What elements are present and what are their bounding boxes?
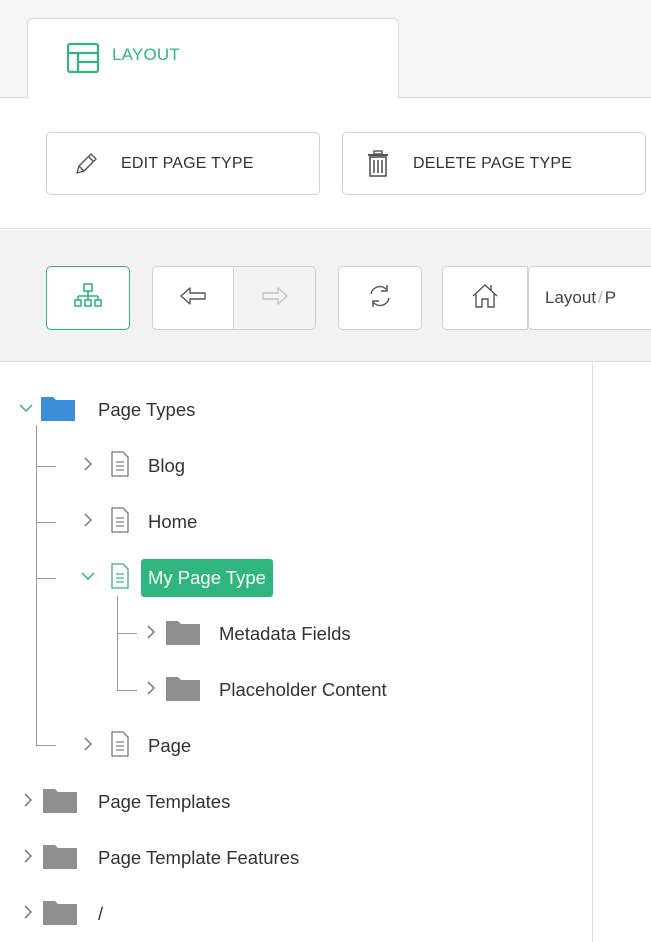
forward-button[interactable] [234, 267, 315, 329]
document-icon [110, 730, 130, 762]
sitemap-button[interactable] [46, 266, 130, 330]
tab-strip: LAYOUT [0, 0, 651, 99]
breadcrumb-item-current[interactable]: P [605, 288, 616, 308]
tree-node-label: Home [148, 511, 198, 532]
content-pane [594, 363, 651, 942]
tree-connector [36, 466, 56, 467]
tree-node-label: Page Templates [98, 791, 231, 812]
tab-layout[interactable]: LAYOUT [27, 18, 399, 99]
tree-toolbar: Layout / P [0, 230, 651, 362]
tree-node-home[interactable]: Home [78, 500, 197, 544]
home-icon [470, 281, 500, 316]
page-type-tree: Page Types Blog Home My Page Type Metada… [0, 363, 593, 942]
tree-node-blog[interactable]: Blog [78, 444, 185, 488]
edit-page-type-label: EDIT PAGE TYPE [121, 154, 254, 172]
arrow-left-icon [178, 284, 208, 313]
tree-node-metadata-fields[interactable]: Metadata Fields [141, 612, 351, 656]
chevron-right-icon[interactable] [18, 790, 38, 815]
layout-icon [64, 39, 102, 82]
history-nav-group [152, 266, 316, 330]
trash-icon [365, 149, 391, 179]
back-button[interactable] [153, 267, 234, 329]
refresh-icon [365, 281, 395, 316]
tree-node-page[interactable]: Page [78, 724, 191, 768]
document-icon [110, 450, 130, 482]
delete-page-type-label: DELETE PAGE TYPE [413, 154, 573, 172]
tree-connector [117, 633, 137, 634]
breadcrumb-separator: / [598, 288, 603, 307]
tree-connector [117, 690, 137, 691]
tree-node-placeholder-content[interactable]: Placeholder Content [141, 668, 387, 712]
folder-icon [42, 898, 78, 931]
tree-node-my-page-type[interactable]: My Page Type [78, 556, 273, 600]
chevron-right-icon[interactable] [141, 622, 161, 647]
tree-node-page-template-features[interactable]: Page Template Features [18, 836, 299, 880]
tree-node-page-types[interactable]: Page Types [16, 388, 195, 432]
breadcrumb: Layout / P [528, 266, 651, 330]
chevron-right-icon[interactable] [18, 846, 38, 871]
tree-node-label: / [98, 903, 104, 924]
chevron-down-icon[interactable] [16, 398, 36, 423]
folder-icon [42, 842, 78, 875]
tree-node-label: Page Types [98, 399, 196, 420]
chevron-down-icon[interactable] [78, 566, 98, 591]
chevron-right-icon[interactable] [141, 678, 161, 703]
folder-icon [165, 618, 201, 651]
tree-node-label: Page [148, 735, 192, 756]
folder-icon [165, 674, 201, 707]
tree-connector [117, 596, 118, 690]
tree-node-label: Metadata Fields [219, 623, 351, 644]
tree-connector [36, 578, 56, 579]
breadcrumb-item-layout[interactable]: Layout [545, 288, 596, 308]
chevron-right-icon[interactable] [78, 734, 98, 759]
tree-node-label: Page Template Features [98, 847, 300, 868]
tree-connector [36, 745, 56, 746]
tree-node-root-slash[interactable]: / [18, 892, 103, 936]
tree-connector [36, 522, 56, 523]
pencil-icon [73, 151, 99, 177]
chevron-right-icon[interactable] [78, 510, 98, 535]
tab-layout-label: LAYOUT [112, 45, 180, 64]
chevron-right-icon[interactable] [78, 454, 98, 479]
tree-node-label-selected: My Page Type [141, 559, 273, 597]
delete-page-type-button[interactable]: DELETE PAGE TYPE [342, 132, 646, 195]
tree-node-label: Blog [148, 455, 186, 476]
tree-connector [36, 425, 37, 745]
document-icon [110, 506, 130, 538]
home-button[interactable] [442, 266, 528, 330]
refresh-button[interactable] [338, 266, 422, 330]
arrow-right-icon [260, 284, 290, 313]
chevron-right-icon[interactable] [18, 902, 38, 927]
edit-page-type-button[interactable]: EDIT PAGE TYPE [46, 132, 320, 195]
folder-blue-icon [40, 394, 76, 427]
document-icon [110, 562, 130, 594]
folder-icon [42, 786, 78, 819]
tree-node-label: Placeholder Content [219, 679, 387, 700]
sitemap-icon [73, 281, 103, 316]
tree-node-page-templates[interactable]: Page Templates [18, 780, 230, 824]
action-bar: EDIT PAGE TYPE DELETE PAGE TYPE [0, 99, 651, 229]
